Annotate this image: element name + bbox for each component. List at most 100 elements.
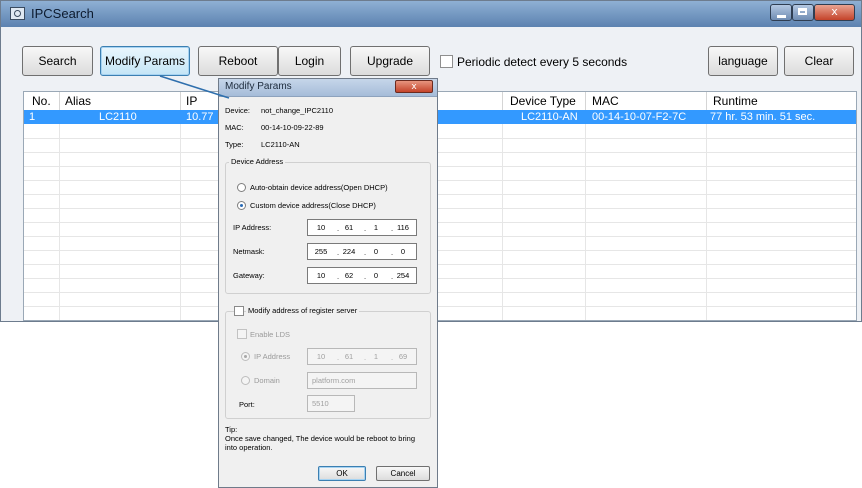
netmask-octet: 255 [314, 247, 328, 256]
dialog-close-button[interactable]: x [395, 80, 433, 93]
port-value: 5510 [312, 399, 329, 408]
gateway-octet: 10 [316, 271, 326, 280]
mac-value: 00-14-10-09-22-89 [261, 123, 324, 132]
gateway-octet: 62 [344, 271, 354, 280]
ip-address-label: IP Address: [233, 223, 272, 232]
server-ip-radio[interactable] [241, 352, 250, 361]
server-ip-field[interactable]: 10 . 61 . 1 . 69 [307, 348, 417, 365]
enable-lds-checkbox[interactable] [237, 329, 247, 339]
mac-label: MAC: [225, 123, 244, 132]
modify-params-dialog: Modify Params x Device: not_change_IPC21… [218, 78, 438, 488]
cell-ip: 10.77 [186, 111, 214, 123]
device-table[interactable]: No. Alias IP Device Type MAC Runtime 1 L… [23, 91, 857, 321]
ip-octet: 1 [373, 223, 379, 232]
column-header-runtime[interactable]: Runtime [713, 94, 758, 108]
row-line [24, 264, 856, 265]
gateway-field[interactable]: 10 . 62 . 0 . 254 [307, 267, 417, 284]
modify-register-server-checkbox[interactable] [234, 306, 244, 316]
device-value: not_change_IPC2110 [261, 106, 334, 115]
netmask-label: Netmask: [233, 247, 265, 256]
server-domain-value: platform.com [312, 376, 356, 385]
table-header: No. Alias IP Device Type MAC Runtime [24, 92, 856, 111]
row-line [24, 278, 856, 279]
row-line [24, 236, 856, 237]
title-bar[interactable]: IPCSearch x [1, 1, 861, 27]
search-button[interactable]: Search [22, 46, 93, 76]
periodic-detect-checkbox[interactable] [440, 55, 453, 68]
custom-address-label: Custom device address(Close DHCP) [250, 201, 376, 210]
server-domain-radio[interactable] [241, 376, 250, 385]
netmask-octet: 0 [400, 247, 406, 256]
enable-lds-label: Enable LDS [250, 330, 291, 339]
column-header-alias[interactable]: Alias [65, 94, 91, 108]
row-line [24, 138, 856, 139]
modify-register-server-label: Modify address of register server [246, 306, 360, 315]
window-title: IPCSearch [31, 6, 94, 21]
modify-params-button[interactable]: Modify Params [100, 46, 190, 76]
column-header-mac[interactable]: MAC [592, 94, 619, 108]
clear-button[interactable]: Clear [784, 46, 854, 76]
tip-label: Tip: [225, 425, 238, 434]
column-header-ip[interactable]: IP [186, 94, 197, 108]
language-button[interactable]: language [708, 46, 778, 76]
column-header-no[interactable]: No. [32, 94, 51, 108]
auto-dhcp-radio[interactable] [237, 183, 246, 192]
ok-button[interactable]: OK [318, 466, 366, 481]
cell-alias: LC2110 [99, 111, 137, 123]
netmask-octet: 0 [373, 247, 379, 256]
row-line [24, 250, 856, 251]
ip-octet: 116 [397, 223, 409, 232]
ip-address-field[interactable]: 10 . 61 . 1 . 116 [307, 219, 417, 236]
row-line [24, 166, 856, 167]
row-line [24, 222, 856, 223]
login-button[interactable]: Login [278, 46, 341, 76]
server-ip-octet: 61 [344, 352, 354, 361]
tip-text-line2: into operation. [225, 443, 273, 452]
type-value: LC2110-AN [261, 140, 300, 149]
app-icon [10, 7, 25, 20]
row-line [24, 292, 856, 293]
server-ip-label: IP Address [254, 352, 291, 361]
cell-device-type: LC2110-AN [521, 111, 578, 123]
cancel-button[interactable]: Cancel [376, 466, 430, 481]
device-label: Device: [225, 106, 251, 115]
port-label: Port: [239, 400, 255, 409]
column-line [706, 124, 707, 320]
server-domain-label: Domain [254, 376, 280, 385]
close-button[interactable]: x [814, 4, 855, 21]
column-line [585, 124, 586, 320]
column-line [59, 124, 60, 320]
minimize-button[interactable] [770, 4, 792, 21]
column-header-device-type[interactable]: Device Type [510, 94, 576, 108]
cell-no: 1 [29, 111, 36, 123]
gateway-octet: 0 [373, 271, 379, 280]
cell-runtime: 77 hr. 53 min. 51 sec. [710, 111, 816, 123]
periodic-detect-label: Periodic detect every 5 seconds [457, 55, 628, 69]
server-ip-octet: 10 [316, 352, 326, 361]
row-line [24, 194, 856, 195]
row-line [24, 152, 856, 153]
column-line [502, 124, 503, 320]
port-field[interactable]: 5510 [307, 395, 355, 412]
row-line [24, 306, 856, 307]
auto-dhcp-label: Auto-obtain device address(Open DHCP) [250, 183, 388, 192]
netmask-field[interactable]: 255 . 224 . 0 . 0 [307, 243, 417, 260]
gateway-label: Gateway: [233, 271, 265, 280]
gateway-octet: 254 [396, 271, 410, 280]
dialog-title: Modify Params [225, 81, 292, 92]
ip-octet: 10 [316, 223, 326, 232]
row-line [24, 180, 856, 181]
device-address-title: Device Address [229, 157, 286, 166]
netmask-octet: 224 [342, 247, 356, 256]
maximize-button[interactable] [792, 4, 814, 21]
table-row[interactable]: 1 LC2110 10.77 LC2110-AN 00-14-10-07-F2-… [24, 110, 856, 124]
ip-octet: 61 [344, 223, 354, 232]
server-ip-octet: 69 [398, 352, 408, 361]
custom-address-radio[interactable] [237, 201, 246, 210]
server-ip-octet: 1 [373, 352, 379, 361]
server-domain-field[interactable]: platform.com [307, 372, 417, 389]
dialog-title-bar[interactable]: Modify Params x [219, 79, 437, 97]
type-label: Type: [225, 140, 244, 149]
reboot-button[interactable]: Reboot [198, 46, 278, 76]
upgrade-button[interactable]: Upgrade [350, 46, 430, 76]
